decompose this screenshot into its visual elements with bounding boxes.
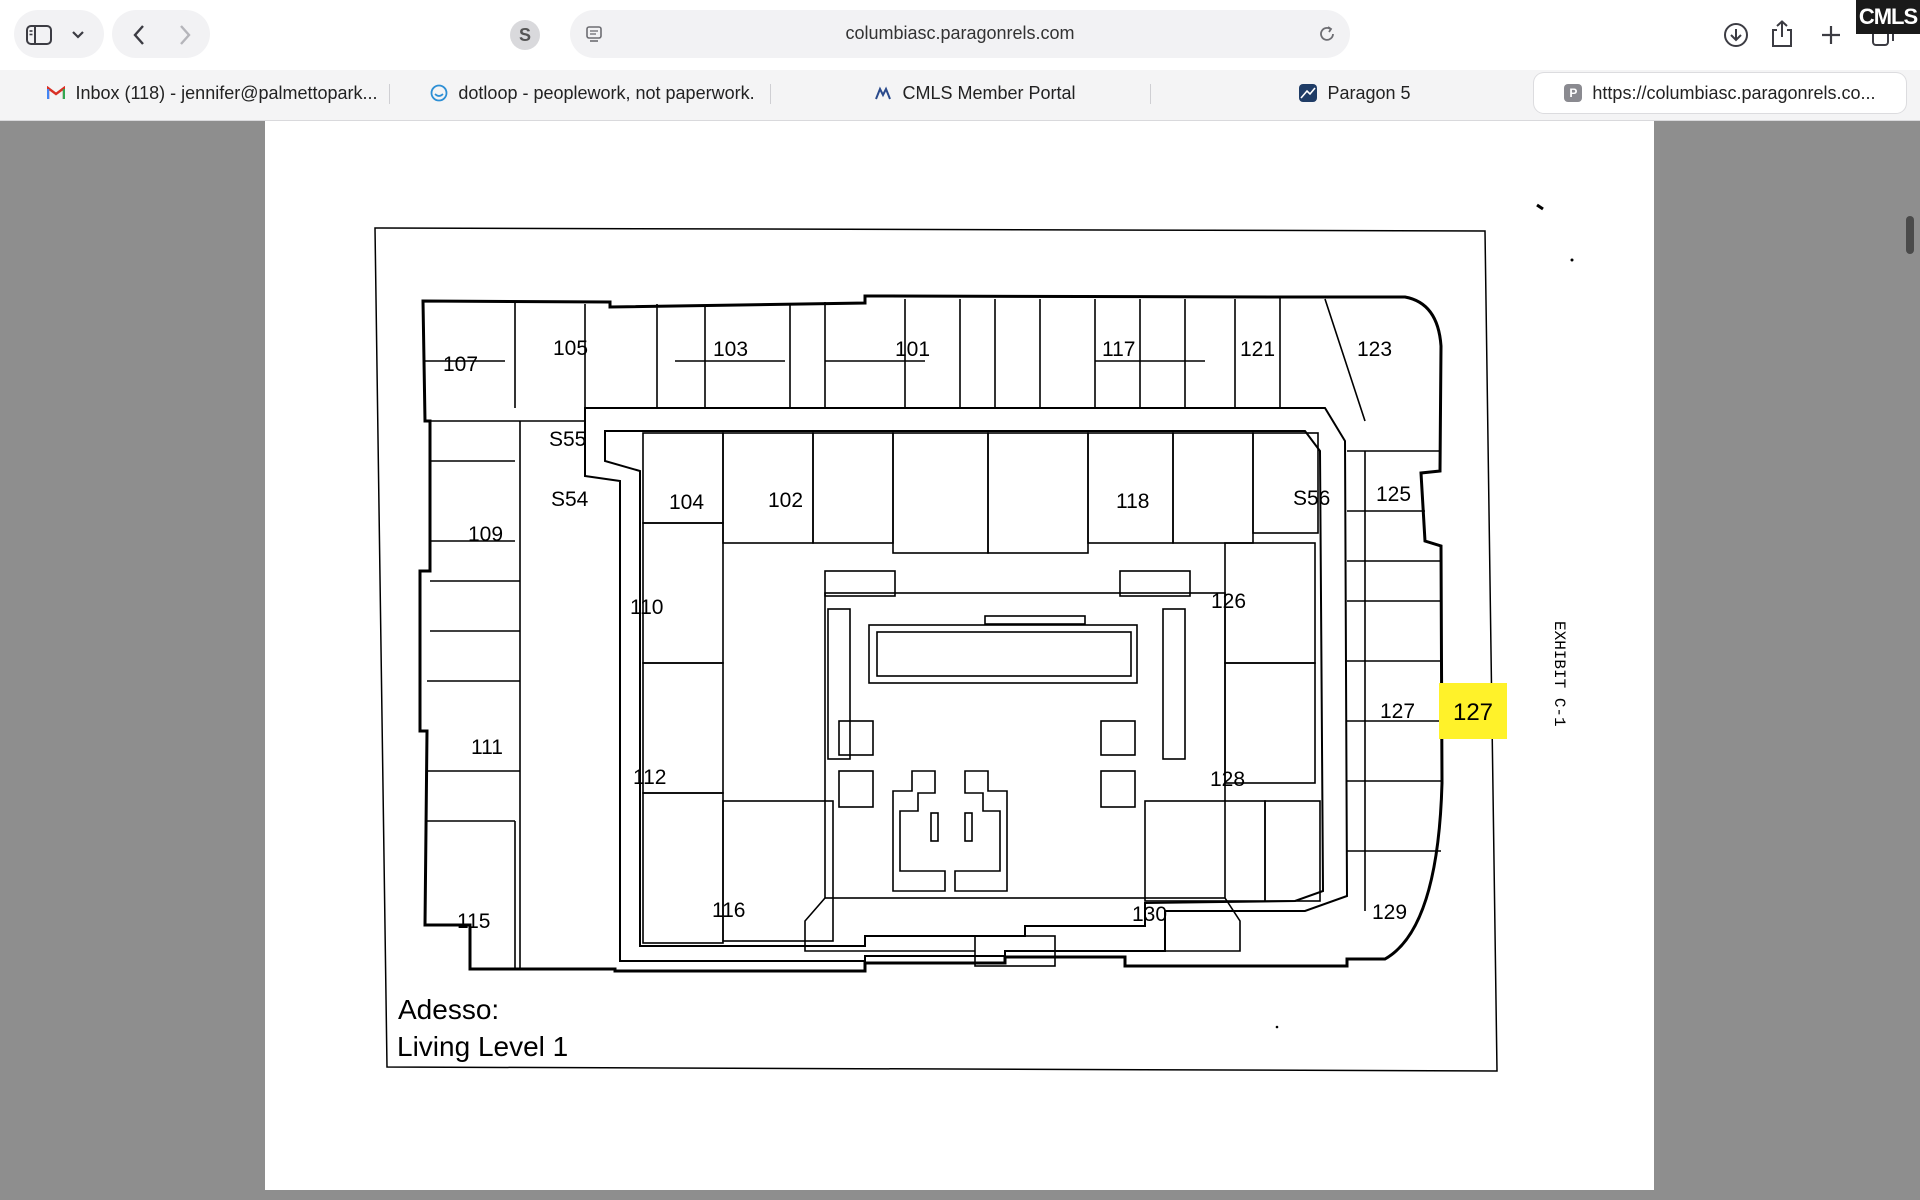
tab-paragon-5[interactable]: Paragon 5 [1170,73,1540,113]
room-label: 127 [1380,700,1415,723]
room-label: 111 [471,736,503,759]
download-icon[interactable] [1720,20,1752,50]
tab-bar: Inbox (118) - jennifer@palmettopark... d… [0,70,1920,121]
room-label: 117 [1102,338,1135,361]
dotloop-icon [430,84,448,102]
floor-plan-drawing: 107 105 103 101 117 121 123 S55 S54 104 … [374,203,1574,1072]
plus-icon[interactable] [1816,20,1846,50]
tab-divider [770,84,771,104]
room-label: 103 [713,338,748,361]
tab-label: dotloop - peoplework, not paperwork. [458,82,755,103]
room-label: 115 [457,910,490,933]
stray-mark [1536,203,1544,211]
room-label: 102 [768,489,803,512]
room-label: 101 [895,338,930,361]
paragon-icon [1299,84,1318,102]
tab-cmls-member-portal[interactable]: CMLS Member Portal [800,73,1150,113]
room-label: 126 [1211,590,1246,613]
tab-dotloop[interactable]: dotloop - peoplework, not paperwork. [420,73,765,113]
exhibit-label: EXHIBIT C-1 [1550,621,1568,727]
room-label: 125 [1376,483,1411,506]
room-label: 105 [553,337,588,360]
unit-highlight-label: 127 [1453,699,1493,726]
stray-mark [1570,258,1574,262]
reload-icon[interactable] [1314,22,1340,46]
room-label: 107 [443,353,478,376]
tab-divider [1150,84,1151,104]
forward-arrow-icon[interactable] [170,20,200,50]
tab-label: CMLS Member Portal [902,82,1076,103]
chevron-down-icon[interactable] [66,22,90,48]
room-label: 123 [1357,338,1392,361]
room-label: 128 [1210,768,1245,791]
room-label: 130 [1132,903,1167,926]
tab-gmail[interactable]: Inbox (118) - jennifer@palmettopark... [40,73,385,113]
room-label: S56 [1293,487,1330,510]
room-label: 129 [1372,901,1407,924]
svg-text:S: S [519,25,531,45]
room-label: 116 [712,899,745,922]
pdf-viewer[interactable]: 107 105 103 101 117 121 123 S55 S54 104 … [0,121,1920,1200]
scrollbar-thumb[interactable] [1906,216,1914,254]
courtyard [804,570,1241,967]
caption-title: Adesso: [398,994,499,1025]
p-icon: P [1564,84,1583,102]
tab-divider [389,84,390,104]
room-label: 112 [633,766,666,789]
room-label: 110 [630,596,663,619]
caption-subtitle: Living Level 1 [397,1031,568,1062]
cmls-icon [874,84,892,102]
room-labels: 107 105 103 101 117 121 123 S55 S54 104 … [443,337,1415,933]
cmls-overlay-logo: CMLS [1856,0,1920,34]
tab-columbiasc-paragonrels[interactable]: P https://columbiasc.paragonrels.co... [1534,73,1906,113]
address-bar[interactable]: columbiasc.paragonrels.com [570,10,1350,58]
back-arrow-icon[interactable] [124,20,154,50]
browser-toolbar: S columbiasc.paragonrels.com CMLS [0,0,1920,70]
sidebar-icon[interactable] [22,20,56,50]
room-label: S55 [549,428,586,451]
url-text[interactable]: columbiasc.paragonrels.com [570,23,1350,44]
room-label: 118 [1116,490,1149,513]
share-icon[interactable] [1766,18,1798,50]
tab-label: Paragon 5 [1327,82,1411,103]
room-label: 109 [468,523,503,546]
pdf-page: 107 105 103 101 117 121 123 S55 S54 104 … [265,121,1654,1190]
s-extension-icon[interactable]: S [506,18,544,52]
tab-label: https://columbiasc.paragonrels.co... [1592,82,1876,103]
building-outline [418,294,1444,973]
exhibit-frame [374,227,1498,1072]
gmail-icon [47,84,66,102]
room-label: 104 [669,491,704,514]
stray-mark [1275,1025,1279,1029]
room-label: 121 [1240,338,1275,361]
tab-label: Inbox (118) - jennifer@palmettopark... [75,82,378,103]
room-label: S54 [551,488,589,511]
